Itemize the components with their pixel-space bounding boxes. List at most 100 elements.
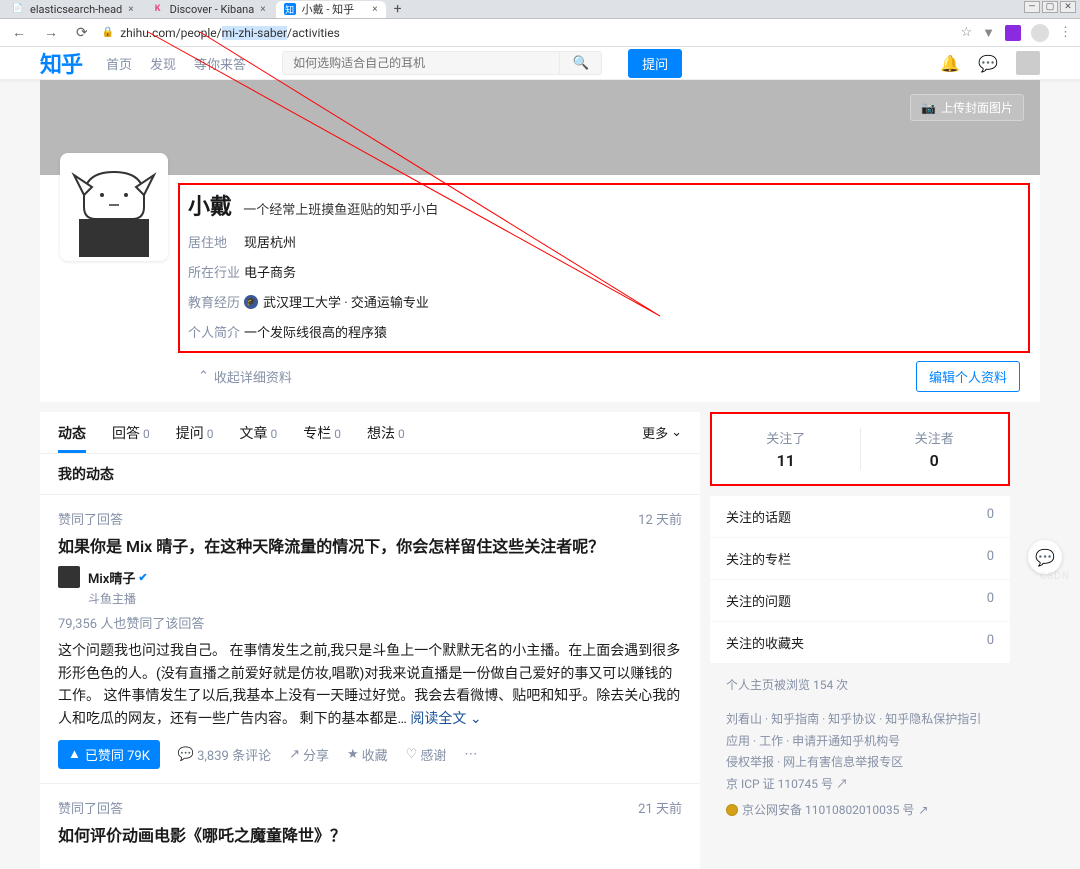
main-column: 动态 回答0 提问0 文章0 专栏0 想法0 更多⌄ 我的动态 赞同了回答 12… <box>40 412 700 869</box>
tab-dynamic[interactable]: 动态 <box>58 413 86 453</box>
feed-subtitle: 我的动态 <box>40 454 700 494</box>
watermark: CSDN <box>1040 571 1070 582</box>
user-avatar[interactable] <box>1016 51 1040 75</box>
edu-icon: 🎓 <box>244 295 258 309</box>
tab-title: Discover - Kibana <box>170 3 255 16</box>
favorite-button[interactable]: ★ 收藏 <box>347 745 388 764</box>
beian-icon <box>726 804 738 816</box>
feed-action: 赞同了回答 <box>58 798 123 817</box>
side-row-topics[interactable]: 关注的话题0 <box>710 496 1010 538</box>
browser-actions: ☆ ▼ ⋮ <box>960 24 1072 42</box>
profile-banner: 📷 上传封面图片 <box>40 80 1040 175</box>
filter-icon[interactable]: ▼ <box>982 25 995 41</box>
forward-button[interactable]: → <box>40 24 62 41</box>
collapse-toggle[interactable]: ⌃ 收起详细资料 <box>188 367 292 386</box>
tab-icon: K <box>152 3 164 15</box>
browser-tab-strip: 📄 elasticsearch-head × K Discover - Kiba… <box>0 0 1080 19</box>
side-row-collections[interactable]: 关注的收藏夹0 <box>710 622 1010 664</box>
search-button[interactable]: 🔍 <box>560 51 602 75</box>
tab-answers[interactable]: 回答0 <box>112 413 150 453</box>
following-stat[interactable]: 关注了 11 <box>712 428 860 470</box>
message-icon[interactable]: 💬 <box>978 54 998 73</box>
follow-stats: 关注了 11 关注者 0 <box>710 412 1010 486</box>
nav-home[interactable]: 首页 <box>106 54 132 73</box>
chevron-down-icon: ⌄ <box>671 425 682 440</box>
tab-columns[interactable]: 专栏0 <box>303 413 341 453</box>
avatar-image <box>64 157 164 257</box>
info-intro: 个人简介 一个发际线很高的程序猿 <box>188 322 1020 341</box>
side-row-columns[interactable]: 关注的专栏0 <box>710 538 1010 580</box>
camera-icon: 📷 <box>921 101 936 115</box>
star-icon[interactable]: ☆ <box>960 25 972 40</box>
bell-icon[interactable]: 🔔 <box>940 54 960 73</box>
main-nav: 首页 发现 等你来答 <box>106 54 246 73</box>
feed-time: 21 天前 <box>638 798 682 817</box>
edit-profile-button[interactable]: 编辑个人资料 <box>916 361 1020 392</box>
address-bar[interactable]: 🔒 zhihu.com/people/mi-zhi-saber/activiti… <box>102 26 951 40</box>
followers-stat[interactable]: 关注者 0 <box>861 428 1009 470</box>
sidebar: 关注了 11 关注者 0 关注的话题0 关注的专栏0 关注的问题0 关注的收藏夹… <box>710 412 1010 869</box>
profile-avatar[interactable] <box>60 153 168 261</box>
upload-banner-button[interactable]: 📷 上传封面图片 <box>910 94 1024 121</box>
zhihu-logo[interactable]: 知乎 <box>40 47 82 79</box>
tab-title: 小戴 - 知乎 <box>302 1 355 17</box>
close-icon[interactable]: × <box>372 4 377 15</box>
nav-discover[interactable]: 发现 <box>150 54 176 73</box>
feed-item: 赞同了回答 12 天前 如果你是 Mix 晴子，在这种天降流量的情况下，你会怎样… <box>40 494 700 783</box>
tab-title: elasticsearch-head <box>30 3 122 16</box>
tab-ideas[interactable]: 想法0 <box>367 413 405 453</box>
chevron-up-icon: ⌃ <box>198 369 209 384</box>
new-tab-button[interactable]: + <box>388 1 408 17</box>
search-input[interactable] <box>282 51 560 75</box>
info-location: 居住地 现居杭州 <box>188 232 1020 251</box>
read-more-link[interactable]: 阅读全文 ⌄ <box>410 711 481 727</box>
comments-button[interactable]: 💬 3,839 条评论 <box>178 745 271 764</box>
feed-title[interactable]: 如果你是 Mix 晴子，在这种天降流量的情况下，你会怎样留住这些关注者呢？ <box>58 536 682 558</box>
browser-tab[interactable]: 📄 elasticsearch-head × <box>4 1 142 18</box>
url-highlighted-segment: mi-zhi-saber <box>222 26 287 40</box>
ask-button[interactable]: 提问 <box>628 49 682 78</box>
profile-name: 小戴 <box>188 195 232 220</box>
window-controls[interactable]: —▢✕ <box>1024 1 1076 13</box>
back-button[interactable]: ← <box>8 24 30 41</box>
tab-questions[interactable]: 提问0 <box>176 413 214 453</box>
author-desc: 斗鱼主播 <box>88 590 682 607</box>
chevron-down-icon: ⌄ <box>470 711 482 727</box>
browser-tab-active[interactable]: 知 小戴 - 知乎 × <box>276 1 386 18</box>
help-button[interactable]: 💬 <box>1028 540 1062 574</box>
close-icon[interactable]: × <box>260 4 265 15</box>
feed-item: 赞同了回答 21 天前 如何评价动画电影《哪吒之魔童降世》？ <box>40 783 700 869</box>
nav-waiting[interactable]: 等你来答 <box>194 54 246 73</box>
feed-action: 赞同了回答 <box>58 509 123 528</box>
more-actions[interactable]: ⋯ <box>464 747 477 762</box>
search-box: 🔍 <box>282 51 602 75</box>
site-header: 知乎 首页 发现 等你来答 🔍 提问 🔔 💬 <box>0 47 1080 80</box>
profile-icon[interactable] <box>1031 24 1049 42</box>
feed-time: 12 天前 <box>638 509 682 528</box>
reload-button[interactable]: ⟳ <box>72 25 92 41</box>
beian-info[interactable]: 京公网安备 11010802010035 号 ↗ <box>710 799 1010 820</box>
profile-card: 小戴 一个经常上班摸鱼逛贴的知乎小白 居住地 现居杭州 所在行业 电子商务 教育… <box>40 175 1040 402</box>
author-name[interactable]: Mix晴子✔ <box>88 568 148 587</box>
author-avatar[interactable] <box>58 566 80 588</box>
vote-info: 79,356 人也赞同了该回答 <box>58 613 682 632</box>
thanks-button[interactable]: ♡ 感谢 <box>406 745 447 764</box>
browser-toolbar: ← → ⟳ 🔒 zhihu.com/people/mi-zhi-saber/ac… <box>0 19 1080 47</box>
browser-tab[interactable]: K Discover - Kibana × <box>144 1 274 18</box>
share-button[interactable]: ↗ 分享 <box>289 745 329 764</box>
menu-icon[interactable]: ⋮ <box>1059 25 1072 40</box>
feed-title[interactable]: 如何评价动画电影《哪吒之魔童降世》？ <box>58 825 682 847</box>
extension-icon[interactable] <box>1005 25 1021 41</box>
tab-articles[interactable]: 文章0 <box>240 413 278 453</box>
lock-icon: 🔒 <box>102 27 114 38</box>
side-row-questions[interactable]: 关注的问题0 <box>710 580 1010 622</box>
tab-more[interactable]: 更多⌄ <box>642 423 682 442</box>
profile-tabs: 动态 回答0 提问0 文章0 专栏0 想法0 更多⌄ <box>40 412 700 454</box>
close-icon[interactable]: × <box>128 4 133 15</box>
page-views: 个人主页被浏览 154 次 <box>710 664 1010 705</box>
side-list: 关注的话题0 关注的专栏0 关注的问题0 关注的收藏夹0 <box>710 496 1010 664</box>
verified-icon: ✔ <box>138 571 147 584</box>
upvote-button[interactable]: ▲ 已赞同 79K <box>58 740 160 769</box>
tab-icon: 知 <box>284 3 296 15</box>
external-icon: ↗ <box>836 777 848 791</box>
